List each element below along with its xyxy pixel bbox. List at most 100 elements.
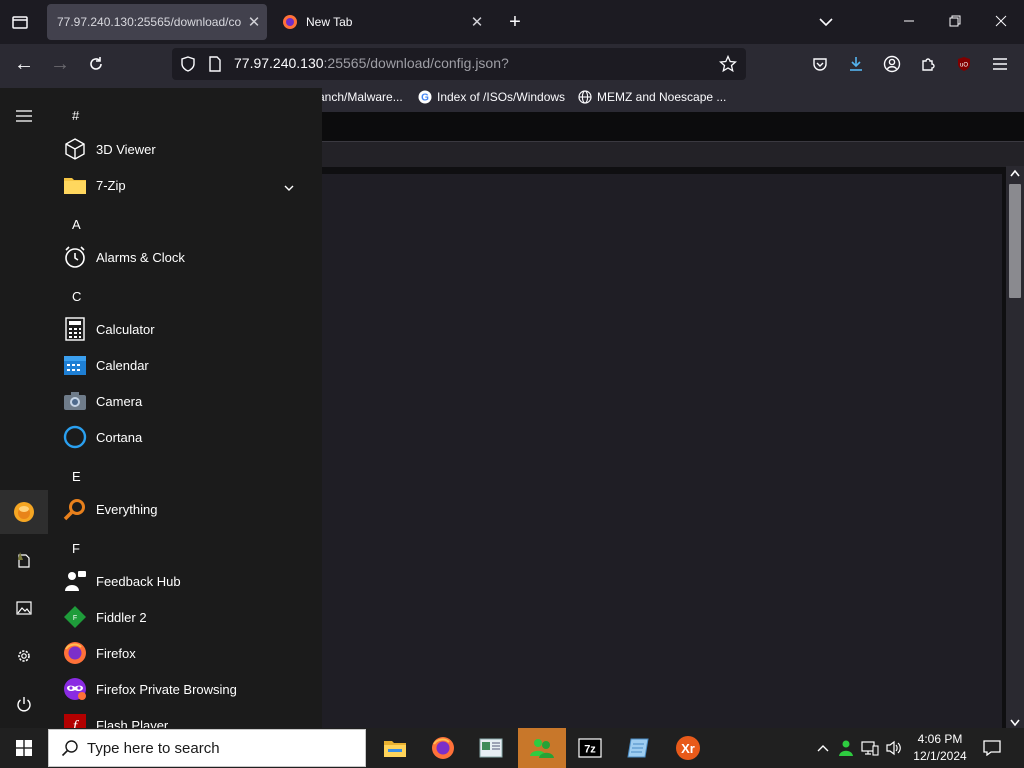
app-label: Calendar xyxy=(96,357,149,373)
chevron-down-icon[interactable] xyxy=(814,10,838,34)
app-label: Calculator xyxy=(96,321,155,337)
gear-icon xyxy=(18,650,30,662)
app-item-fiddler-2[interactable]: F Fiddler 2 xyxy=(62,601,312,633)
app-item-3d-viewer[interactable]: 3D Viewer xyxy=(62,133,312,165)
url-bar[interactable]: 77.97.240.130:25565/download/config.json… xyxy=(172,48,746,80)
vertical-scrollbar[interactable] xyxy=(1006,166,1024,728)
cortana-icon xyxy=(62,424,88,450)
fiddler-icon: F xyxy=(62,604,88,630)
app-item-flash-player[interactable]: f Flash Player xyxy=(62,709,312,728)
bookmark-item[interactable]: MEMZ and Noescape ... xyxy=(578,90,726,104)
scroll-up-icon[interactable] xyxy=(1010,169,1020,180)
7zip-icon: 7z xyxy=(578,738,602,758)
settings-button[interactable] xyxy=(0,634,48,678)
ublock-icon: uO xyxy=(958,57,970,71)
download-icon xyxy=(850,57,862,71)
power-button[interactable] xyxy=(0,682,48,726)
tab-list-button[interactable] xyxy=(6,10,34,34)
start-button[interactable] xyxy=(0,728,48,768)
section-header[interactable]: F xyxy=(72,541,80,556)
bookmark-star-button[interactable] xyxy=(716,52,740,76)
start-menu-expand-button[interactable] xyxy=(0,94,48,138)
url-path: :25565/download/config.json? xyxy=(323,55,509,71)
app-label: Alarms & Clock xyxy=(96,249,185,265)
section-header[interactable]: # xyxy=(72,108,79,123)
new-tab-button[interactable]: + xyxy=(503,10,527,34)
star-icon xyxy=(719,55,737,73)
tab-close-icon[interactable]: ✕ xyxy=(241,13,267,31)
show-hidden-icons-button[interactable] xyxy=(812,736,834,760)
power-icon xyxy=(17,697,31,712)
taskbar-network-app[interactable] xyxy=(467,728,515,768)
app-item-7-zip[interactable]: 7-Zip xyxy=(62,169,312,201)
taskbar-search-box[interactable]: Type here to search xyxy=(48,729,366,767)
camera-icon xyxy=(62,388,88,414)
account-button[interactable] xyxy=(880,52,904,76)
app-item-firefox[interactable]: Firefox xyxy=(62,637,312,669)
app-item-calendar[interactable]: Calendar xyxy=(62,349,312,381)
tab-new-tab[interactable]: New Tab ✕ xyxy=(272,4,490,40)
start-menu-rail xyxy=(0,88,48,728)
avatar-icon xyxy=(14,502,34,522)
taskbar-clock[interactable]: 4:06 PM 12/1/2024 xyxy=(910,731,970,765)
file-explorer-icon xyxy=(384,741,406,757)
bookmark-label: MEMZ and Noescape ... xyxy=(597,90,727,104)
close-window-button[interactable] xyxy=(988,8,1014,34)
json-viewer-pane xyxy=(320,174,1002,728)
navigation-toolbar: ← → 77.97.240.130:25565/download/config.… xyxy=(0,44,1024,84)
feedback-icon xyxy=(62,568,88,594)
network-app-icon xyxy=(479,738,503,758)
shield-icon[interactable] xyxy=(180,56,196,72)
section-header[interactable]: A xyxy=(72,217,81,232)
app-item-alarms-clock[interactable]: Alarms & Clock xyxy=(62,241,312,273)
volume-button[interactable] xyxy=(883,736,905,760)
bookmark-item[interactable]: anch/Malware... xyxy=(318,90,403,104)
hamburger-menu-icon xyxy=(993,58,1007,70)
taskbar-xr-app[interactable]: Xr xyxy=(664,728,712,768)
windows-logo-icon xyxy=(16,740,32,756)
pocket-button[interactable] xyxy=(808,52,832,76)
tab-close-icon[interactable]: ✕ xyxy=(464,13,490,31)
app-label: Firefox Private Browsing xyxy=(96,681,237,697)
section-header[interactable]: E xyxy=(72,469,81,484)
section-header[interactable]: C xyxy=(72,289,81,304)
taskbar-green-people-app[interactable] xyxy=(518,728,566,768)
tab-active[interactable]: 77.97.240.130:25565/download/config.json… xyxy=(47,4,267,40)
pictures-button[interactable] xyxy=(0,586,48,630)
taskbar-notepad-app[interactable] xyxy=(614,728,662,768)
app-menu-button[interactable] xyxy=(988,52,1012,76)
url-text[interactable]: 77.97.240.130:25565/download/config.json… xyxy=(234,55,509,71)
back-button[interactable]: ← xyxy=(10,50,38,78)
show-desktop-button[interactable] xyxy=(1020,728,1024,768)
ublock-button[interactable]: uO xyxy=(952,52,976,76)
taskbar-firefox[interactable] xyxy=(419,728,467,768)
documents-button[interactable] xyxy=(0,538,48,582)
reload-button[interactable] xyxy=(82,50,110,78)
app-item-cortana[interactable]: Cortana xyxy=(62,421,312,453)
page-icon[interactable] xyxy=(208,56,222,72)
restore-icon xyxy=(949,15,961,27)
google-icon: G xyxy=(418,90,432,104)
forward-button[interactable]: → xyxy=(46,50,74,78)
app-item-firefox-private-browsing[interactable]: Firefox Private Browsing xyxy=(62,673,312,705)
chevron-down-icon[interactable] xyxy=(284,179,294,197)
account-icon xyxy=(883,55,901,73)
minimize-button[interactable] xyxy=(896,8,922,34)
taskbar-file-explorer[interactable] xyxy=(371,728,419,768)
extensions-button[interactable] xyxy=(916,52,940,76)
user-account-button[interactable] xyxy=(0,490,48,534)
app-item-camera[interactable]: Camera xyxy=(62,385,312,417)
restore-button[interactable] xyxy=(942,8,968,34)
taskbar-7zip[interactable]: 7z xyxy=(566,728,614,768)
app-item-calculator[interactable]: Calculator xyxy=(62,313,312,345)
network-status-button[interactable] xyxy=(859,736,881,760)
svg-text:uO: uO xyxy=(960,63,968,69)
downloads-button[interactable] xyxy=(844,52,868,76)
tray-green-people-button[interactable] xyxy=(835,736,857,760)
scrollbar-thumb[interactable] xyxy=(1009,184,1021,298)
action-center-button[interactable] xyxy=(978,734,1006,762)
bookmark-item[interactable]: G Index of /ISOs/Windows xyxy=(418,90,565,104)
app-item-everything[interactable]: Everything xyxy=(62,493,312,525)
app-item-feedback-hub[interactable]: Feedback Hub xyxy=(62,565,312,597)
app-label: 3D Viewer xyxy=(96,141,156,157)
